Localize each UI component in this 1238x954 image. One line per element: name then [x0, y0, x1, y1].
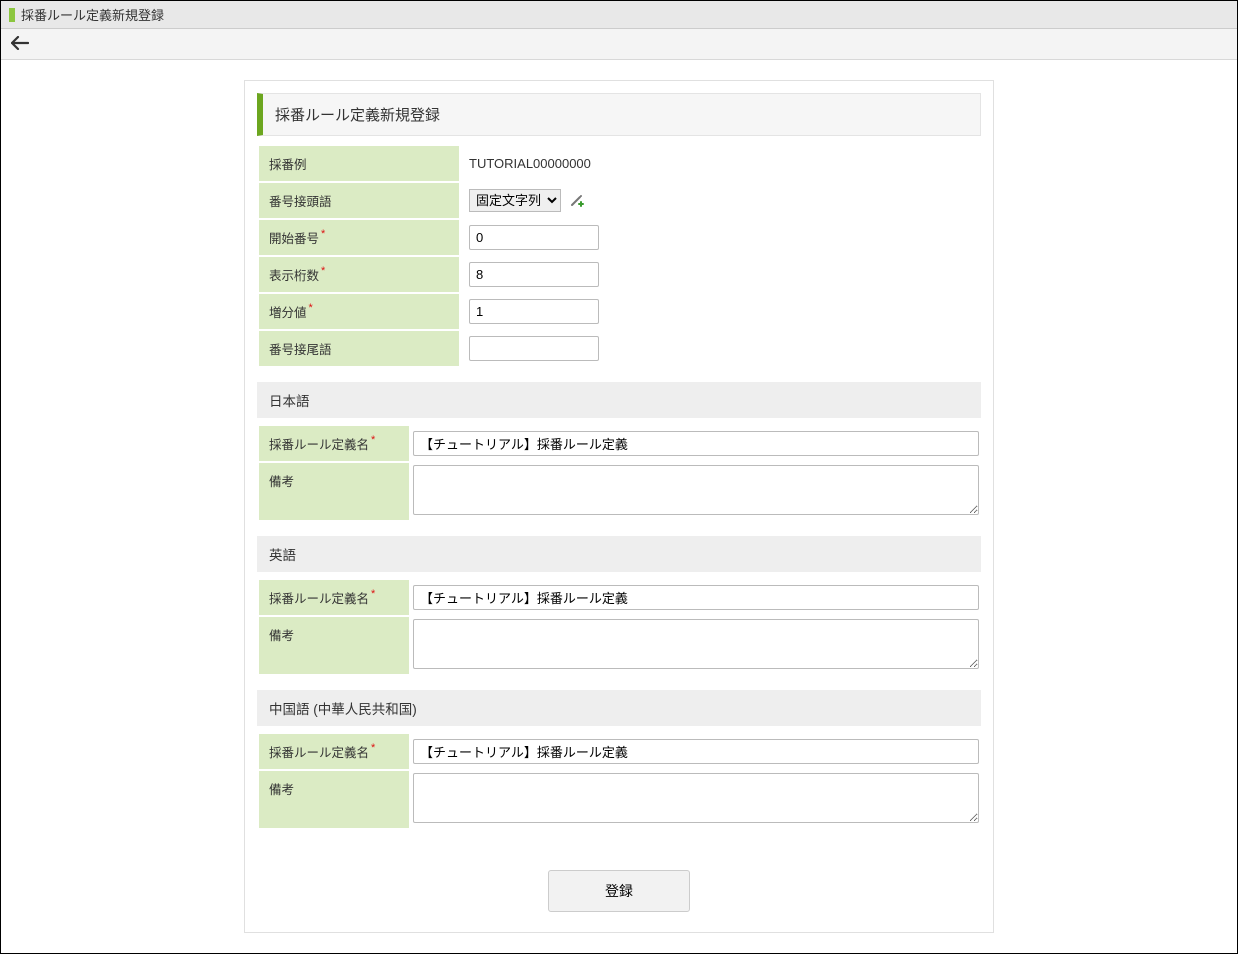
increment-label: 増分値* [259, 294, 459, 329]
en-name-label: 採番ルール定義名* [259, 580, 409, 615]
card-title: 採番ルール定義新規登録 [257, 93, 981, 136]
zh-name-input[interactable] [413, 739, 979, 764]
lang-table-en: 採番ルール定義名* 備考 [257, 578, 981, 676]
zh-name-label: 採番ルール定義名* [259, 734, 409, 769]
back-arrow-icon[interactable] [11, 35, 29, 53]
configure-prefix-icon[interactable] [569, 192, 585, 211]
lang-header-en: 英語 [257, 536, 981, 572]
suffix-label: 番号接尾語 [259, 331, 459, 366]
prefix-select[interactable]: 固定文字列 [469, 189, 561, 212]
en-name-input[interactable] [413, 585, 979, 610]
zh-remark-input[interactable] [413, 773, 979, 823]
digits-input[interactable] [469, 262, 599, 287]
ja-name-input[interactable] [413, 431, 979, 456]
zh-remark-label: 備考 [259, 771, 409, 828]
page-title: 採番ルール定義新規登録 [21, 5, 164, 24]
suffix-input[interactable] [469, 336, 599, 361]
lang-header-zh: 中国語 (中華人民共和国) [257, 690, 981, 726]
en-remark-input[interactable] [413, 619, 979, 669]
sample-label: 採番例 [259, 146, 459, 181]
ja-remark-label: 備考 [259, 463, 409, 520]
lang-header-ja: 日本語 [257, 382, 981, 418]
form-card: 採番ルール定義新規登録 採番例 TUTORIAL00000000 番号接頭語 固… [244, 80, 994, 933]
sample-value: TUTORIAL00000000 [469, 154, 591, 173]
ja-remark-input[interactable] [413, 465, 979, 515]
lang-table-zh: 採番ルール定義名* 備考 [257, 732, 981, 830]
start-label: 開始番号* [259, 220, 459, 255]
page-header: 採番ルール定義新規登録 [1, 1, 1237, 29]
toolbar [1, 29, 1237, 60]
ja-name-label: 採番ルール定義名* [259, 426, 409, 461]
digits-label: 表示桁数* [259, 257, 459, 292]
prefix-label: 番号接頭語 [259, 183, 459, 218]
en-remark-label: 備考 [259, 617, 409, 674]
header-accent [9, 8, 15, 22]
lang-table-ja: 採番ルール定義名* 備考 [257, 424, 981, 522]
main-fields-table: 採番例 TUTORIAL00000000 番号接頭語 固定文字列 [257, 144, 609, 368]
increment-input[interactable] [469, 299, 599, 324]
start-input[interactable] [469, 225, 599, 250]
register-button[interactable]: 登録 [548, 870, 690, 912]
